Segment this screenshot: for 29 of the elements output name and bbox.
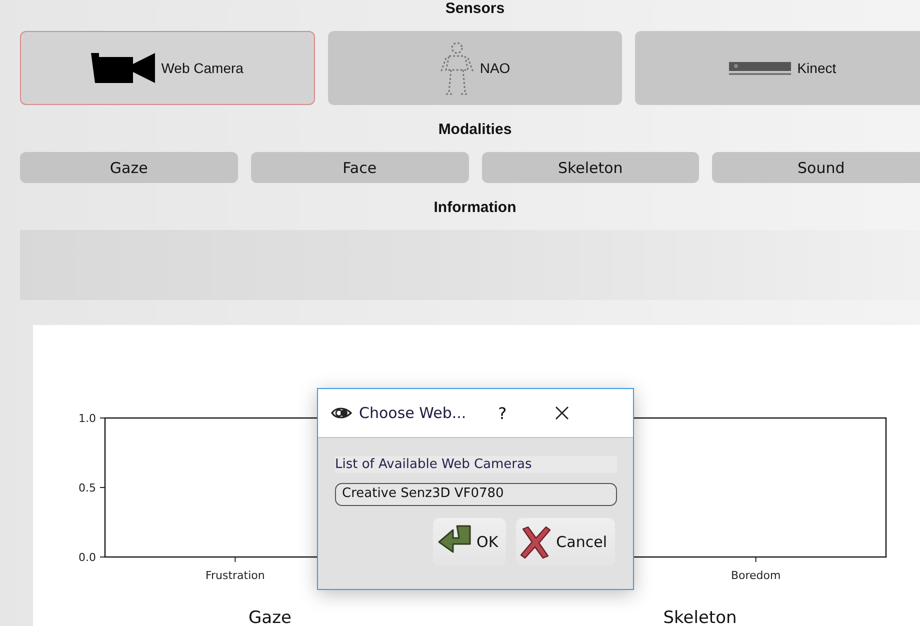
section-heading: Modalities [437, 120, 513, 140]
sensor-button[interactable]: Web Camera [20, 31, 315, 105]
close-icon [554, 406, 569, 420]
cancel-button[interactable]: Cancel [516, 518, 615, 566]
modality-button[interactable]: Face [250, 152, 468, 183]
camera-dropdown[interactable]: Creative Senz3D VF0780 [335, 483, 617, 506]
tick-label: Frustration [205, 569, 265, 582]
ok-button[interactable]: OK [432, 518, 506, 566]
dialog-title: Choose Web... [359, 404, 466, 422]
tick-label: 1.0 [78, 412, 96, 425]
tick-label: Boredom [730, 569, 781, 582]
modality-button[interactable]: Gaze [20, 152, 238, 183]
cross-icon [520, 525, 552, 559]
sensor-button[interactable]: Kinect [635, 31, 920, 105]
video-camera-icon [91, 53, 156, 83]
modality-button[interactable]: Sound [712, 152, 920, 183]
sensor-bar-icon [729, 60, 792, 76]
tick-label: 0.5 [78, 482, 96, 494]
axis-caption: Skeleton [663, 608, 737, 626]
section-heading: Information [432, 198, 518, 218]
eye-icon [331, 406, 353, 420]
list-label: List of Available Web Cameras [335, 456, 617, 473]
axis-caption: Gaze [248, 608, 292, 626]
modality-button[interactable]: Skeleton [482, 152, 700, 183]
sensor-button[interactable]: NAO [328, 31, 622, 105]
robot-icon [440, 40, 474, 96]
section-heading: Sensors [444, 0, 506, 17]
help-button[interactable]: ? [494, 404, 511, 422]
tick-label: 0.0 [78, 551, 96, 564]
